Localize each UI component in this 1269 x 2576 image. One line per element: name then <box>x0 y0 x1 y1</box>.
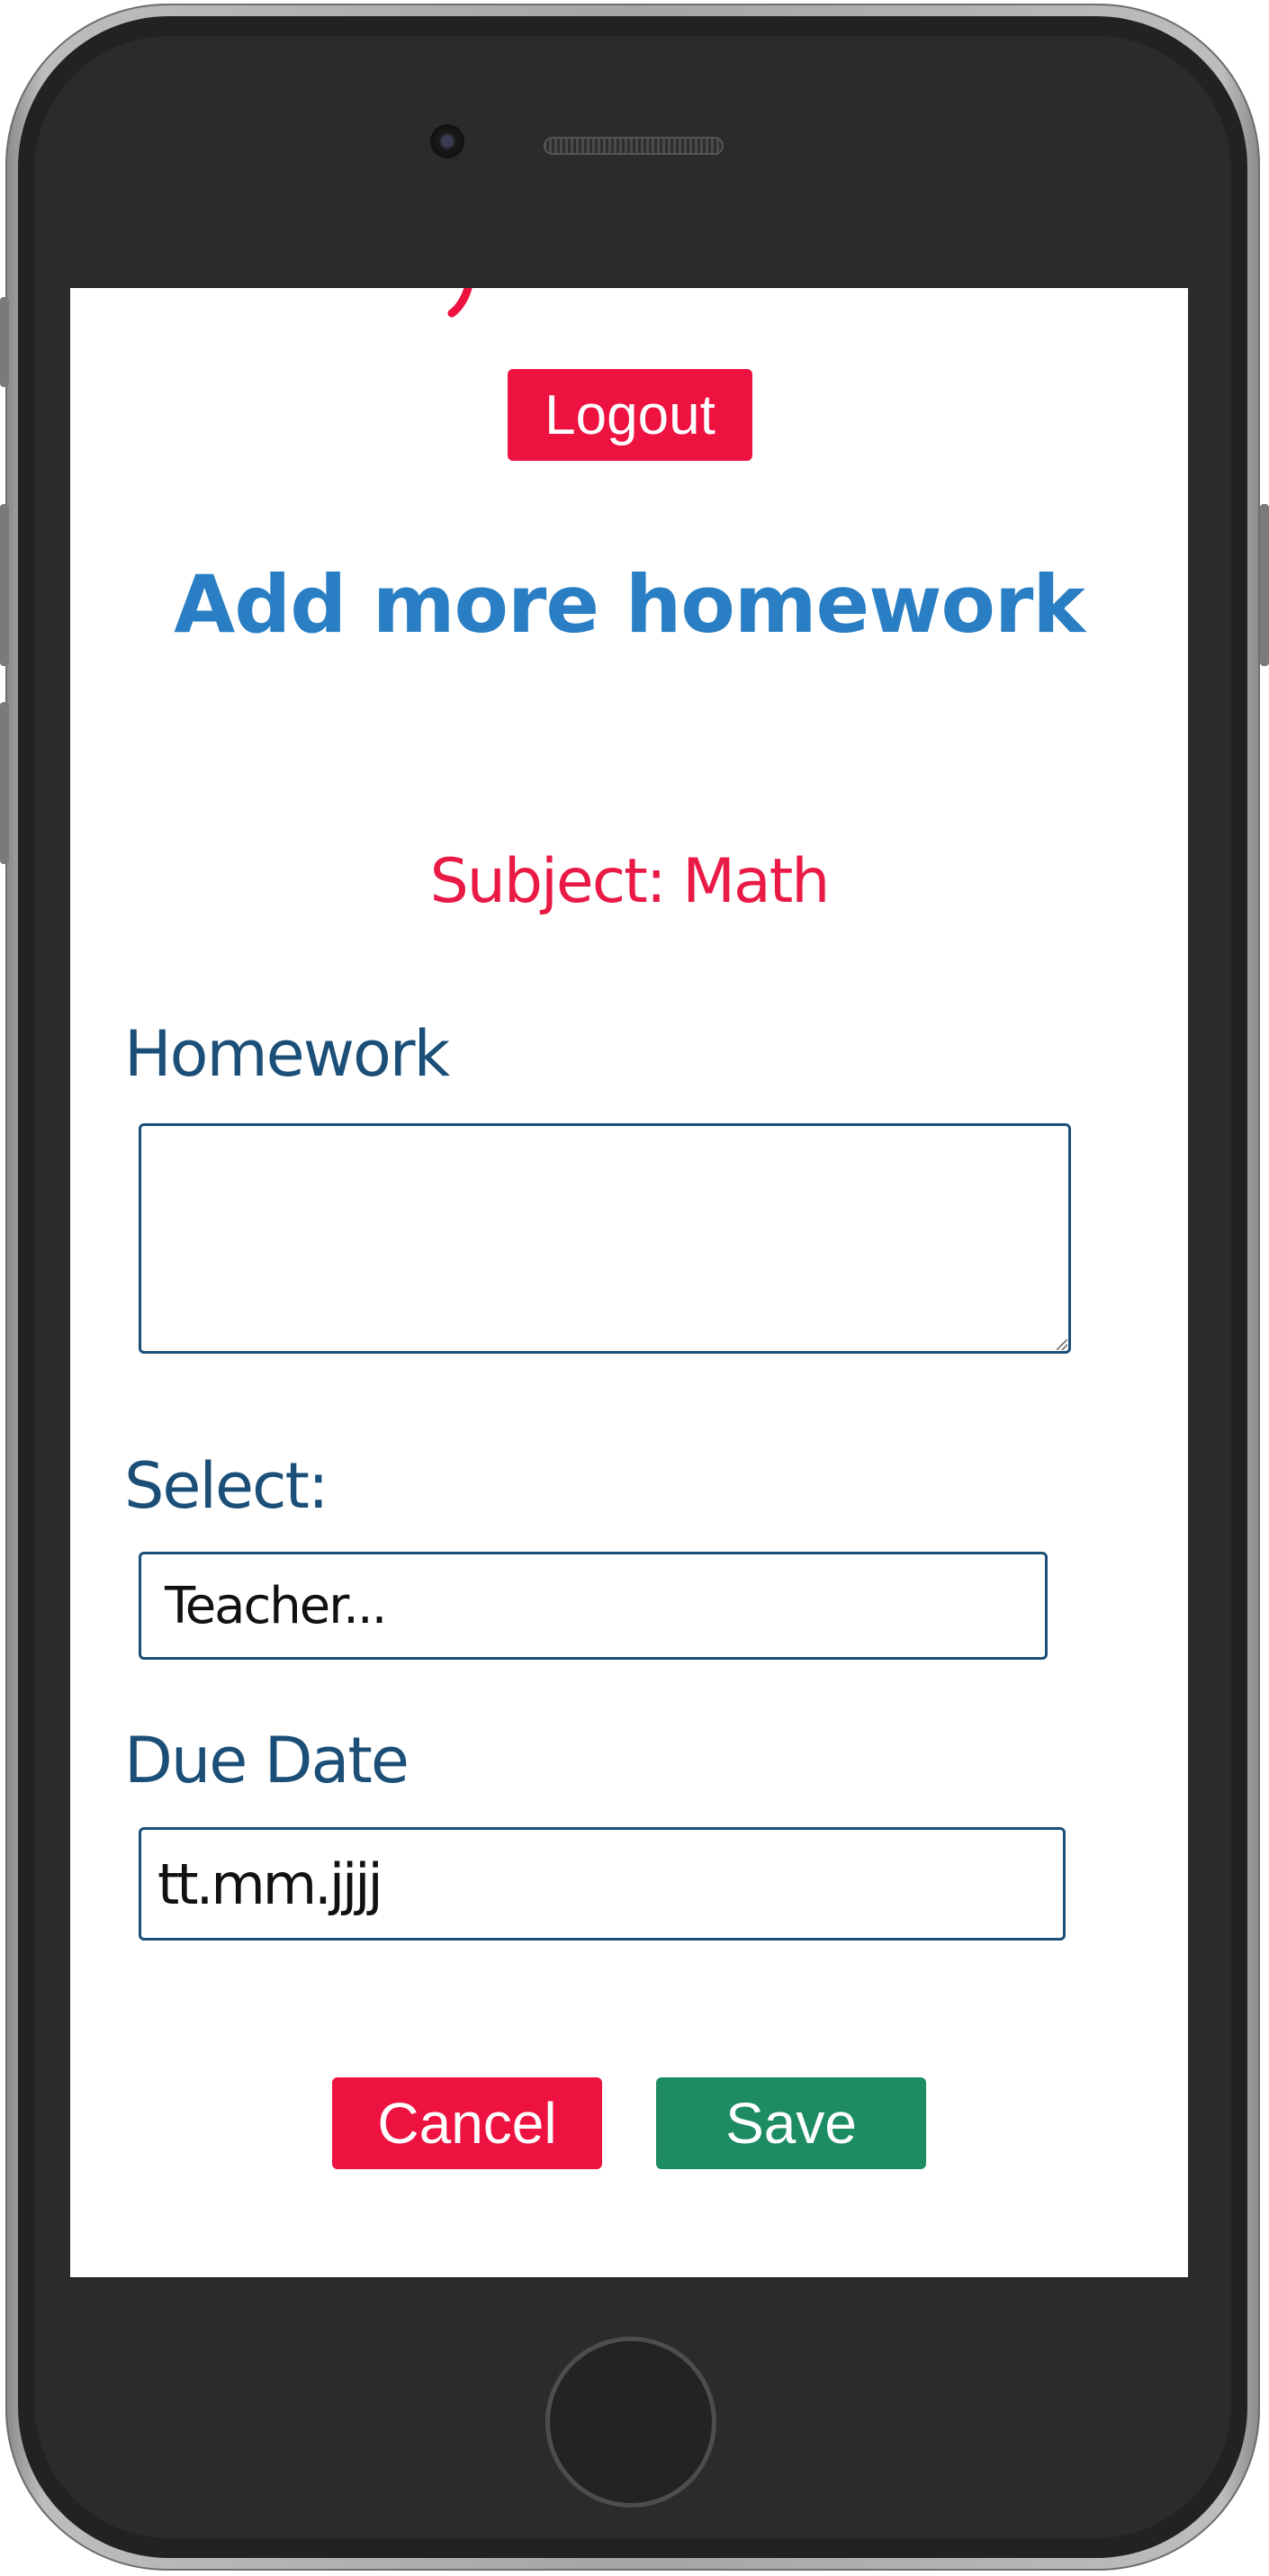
teacher-select[interactable]: Teacher... <box>139 1552 1048 1660</box>
phone-side-button <box>1260 504 1269 666</box>
page-title: Add more homework <box>174 558 1085 651</box>
logout-button[interactable]: Logout <box>508 369 752 461</box>
due-date-label: Due Date <box>124 1724 410 1797</box>
phone-side-button <box>0 702 9 864</box>
cancel-button[interactable]: Cancel <box>332 2077 602 2169</box>
home-button[interactable] <box>545 2337 716 2508</box>
earpiece-speaker <box>544 137 724 155</box>
subject-heading: Subject: Math <box>429 846 831 917</box>
resize-grip-icon[interactable] <box>1057 1339 1067 1350</box>
decorative-stroke-icon <box>447 288 472 318</box>
phone-side-button <box>0 504 9 666</box>
select-label: Select: <box>124 1449 329 1523</box>
homework-label: Homework <box>124 1017 450 1091</box>
phone-side-button <box>0 297 9 387</box>
due-date-input[interactable]: tt.mm.jjjj <box>139 1827 1066 1941</box>
due-date-placeholder: tt.mm.jjjj <box>158 1851 383 1917</box>
save-button[interactable]: Save <box>656 2077 926 2169</box>
app-screen: Logout Add more homework Subject: Math H… <box>70 288 1188 2277</box>
front-camera <box>430 124 464 158</box>
homework-textarea[interactable] <box>139 1123 1071 1354</box>
teacher-select-value: Teacher... <box>165 1576 387 1635</box>
